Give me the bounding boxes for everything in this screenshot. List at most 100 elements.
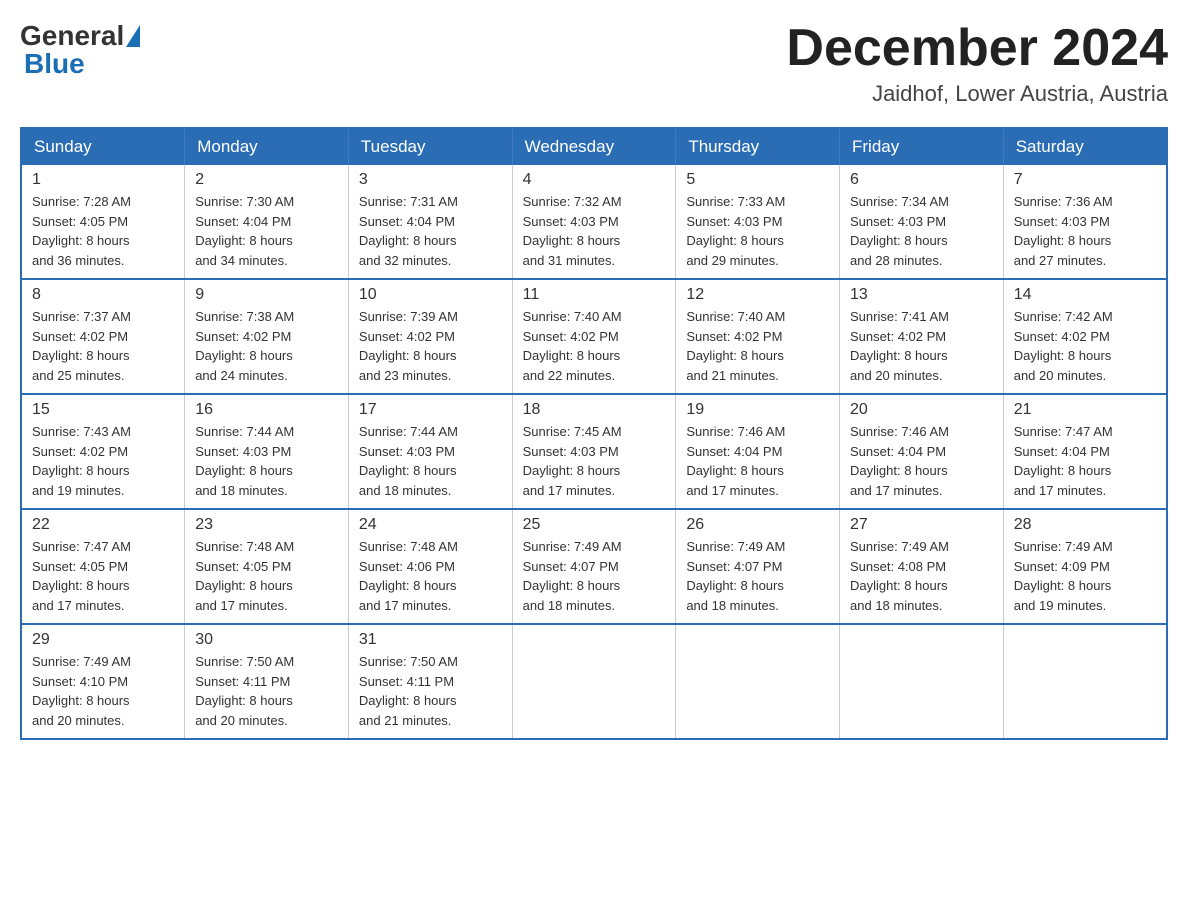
day-info: Sunrise: 7:41 AMSunset: 4:02 PMDaylight:…: [850, 307, 993, 385]
day-info: Sunrise: 7:46 AMSunset: 4:04 PMDaylight:…: [850, 422, 993, 500]
calendar-week-row: 29 Sunrise: 7:49 AMSunset: 4:10 PMDaylig…: [21, 624, 1167, 739]
day-number: 8: [32, 286, 174, 304]
day-of-week-monday: Monday: [185, 128, 349, 165]
day-info: Sunrise: 7:49 AMSunset: 4:07 PMDaylight:…: [686, 537, 829, 615]
day-number: 24: [359, 516, 502, 534]
day-number: 1: [32, 171, 174, 189]
calendar-cell: 31 Sunrise: 7:50 AMSunset: 4:11 PMDaylig…: [348, 624, 512, 739]
day-info: Sunrise: 7:44 AMSunset: 4:03 PMDaylight:…: [195, 422, 338, 500]
calendar-cell: [512, 624, 676, 739]
day-info: Sunrise: 7:37 AMSunset: 4:02 PMDaylight:…: [32, 307, 174, 385]
calendar-cell: [840, 624, 1004, 739]
day-info: Sunrise: 7:50 AMSunset: 4:11 PMDaylight:…: [195, 652, 338, 730]
day-number: 6: [850, 171, 993, 189]
calendar-cell: 22 Sunrise: 7:47 AMSunset: 4:05 PMDaylig…: [21, 509, 185, 624]
calendar-cell: 9 Sunrise: 7:38 AMSunset: 4:02 PMDayligh…: [185, 279, 349, 394]
calendar-header-row: SundayMondayTuesdayWednesdayThursdayFrid…: [21, 128, 1167, 165]
calendar-week-row: 1 Sunrise: 7:28 AMSunset: 4:05 PMDayligh…: [21, 165, 1167, 279]
day-number: 18: [523, 401, 666, 419]
calendar-cell: 5 Sunrise: 7:33 AMSunset: 4:03 PMDayligh…: [676, 165, 840, 279]
calendar-cell: 3 Sunrise: 7:31 AMSunset: 4:04 PMDayligh…: [348, 165, 512, 279]
day-info: Sunrise: 7:43 AMSunset: 4:02 PMDaylight:…: [32, 422, 174, 500]
day-number: 5: [686, 171, 829, 189]
calendar-cell: 20 Sunrise: 7:46 AMSunset: 4:04 PMDaylig…: [840, 394, 1004, 509]
day-number: 11: [523, 286, 666, 304]
day-info: Sunrise: 7:38 AMSunset: 4:02 PMDaylight:…: [195, 307, 338, 385]
day-info: Sunrise: 7:48 AMSunset: 4:05 PMDaylight:…: [195, 537, 338, 615]
day-of-week-tuesday: Tuesday: [348, 128, 512, 165]
day-number: 3: [359, 171, 502, 189]
calendar-table: SundayMondayTuesdayWednesdayThursdayFrid…: [20, 127, 1168, 740]
calendar-cell: 7 Sunrise: 7:36 AMSunset: 4:03 PMDayligh…: [1003, 165, 1167, 279]
day-info: Sunrise: 7:49 AMSunset: 4:09 PMDaylight:…: [1014, 537, 1156, 615]
calendar-cell: [1003, 624, 1167, 739]
day-info: Sunrise: 7:36 AMSunset: 4:03 PMDaylight:…: [1014, 192, 1156, 270]
day-info: Sunrise: 7:45 AMSunset: 4:03 PMDaylight:…: [523, 422, 666, 500]
day-info: Sunrise: 7:42 AMSunset: 4:02 PMDaylight:…: [1014, 307, 1156, 385]
day-info: Sunrise: 7:48 AMSunset: 4:06 PMDaylight:…: [359, 537, 502, 615]
day-number: 19: [686, 401, 829, 419]
calendar-cell: 13 Sunrise: 7:41 AMSunset: 4:02 PMDaylig…: [840, 279, 1004, 394]
day-number: 25: [523, 516, 666, 534]
title-section: December 2024 Jaidhof, Lower Austria, Au…: [786, 20, 1168, 107]
calendar-cell: 15 Sunrise: 7:43 AMSunset: 4:02 PMDaylig…: [21, 394, 185, 509]
calendar-cell: 11 Sunrise: 7:40 AMSunset: 4:02 PMDaylig…: [512, 279, 676, 394]
calendar-cell: 8 Sunrise: 7:37 AMSunset: 4:02 PMDayligh…: [21, 279, 185, 394]
day-info: Sunrise: 7:49 AMSunset: 4:10 PMDaylight:…: [32, 652, 174, 730]
calendar-cell: 25 Sunrise: 7:49 AMSunset: 4:07 PMDaylig…: [512, 509, 676, 624]
day-number: 22: [32, 516, 174, 534]
logo-triangle-icon: [126, 25, 140, 47]
day-info: Sunrise: 7:31 AMSunset: 4:04 PMDaylight:…: [359, 192, 502, 270]
day-number: 4: [523, 171, 666, 189]
day-info: Sunrise: 7:47 AMSunset: 4:04 PMDaylight:…: [1014, 422, 1156, 500]
calendar-cell: 16 Sunrise: 7:44 AMSunset: 4:03 PMDaylig…: [185, 394, 349, 509]
calendar-cell: 30 Sunrise: 7:50 AMSunset: 4:11 PMDaylig…: [185, 624, 349, 739]
day-number: 12: [686, 286, 829, 304]
calendar-cell: 17 Sunrise: 7:44 AMSunset: 4:03 PMDaylig…: [348, 394, 512, 509]
calendar-week-row: 8 Sunrise: 7:37 AMSunset: 4:02 PMDayligh…: [21, 279, 1167, 394]
calendar-week-row: 22 Sunrise: 7:47 AMSunset: 4:05 PMDaylig…: [21, 509, 1167, 624]
day-of-week-sunday: Sunday: [21, 128, 185, 165]
day-info: Sunrise: 7:32 AMSunset: 4:03 PMDaylight:…: [523, 192, 666, 270]
day-number: 2: [195, 171, 338, 189]
day-of-week-thursday: Thursday: [676, 128, 840, 165]
day-info: Sunrise: 7:46 AMSunset: 4:04 PMDaylight:…: [686, 422, 829, 500]
calendar-cell: 6 Sunrise: 7:34 AMSunset: 4:03 PMDayligh…: [840, 165, 1004, 279]
calendar-cell: 24 Sunrise: 7:48 AMSunset: 4:06 PMDaylig…: [348, 509, 512, 624]
day-info: Sunrise: 7:28 AMSunset: 4:05 PMDaylight:…: [32, 192, 174, 270]
calendar-week-row: 15 Sunrise: 7:43 AMSunset: 4:02 PMDaylig…: [21, 394, 1167, 509]
day-info: Sunrise: 7:50 AMSunset: 4:11 PMDaylight:…: [359, 652, 502, 730]
day-of-week-friday: Friday: [840, 128, 1004, 165]
month-title: December 2024: [786, 20, 1168, 77]
day-of-week-wednesday: Wednesday: [512, 128, 676, 165]
calendar-cell: 18 Sunrise: 7:45 AMSunset: 4:03 PMDaylig…: [512, 394, 676, 509]
calendar-cell: 29 Sunrise: 7:49 AMSunset: 4:10 PMDaylig…: [21, 624, 185, 739]
day-info: Sunrise: 7:40 AMSunset: 4:02 PMDaylight:…: [686, 307, 829, 385]
calendar-cell: 19 Sunrise: 7:46 AMSunset: 4:04 PMDaylig…: [676, 394, 840, 509]
day-number: 15: [32, 401, 174, 419]
calendar-cell: 21 Sunrise: 7:47 AMSunset: 4:04 PMDaylig…: [1003, 394, 1167, 509]
day-number: 29: [32, 631, 174, 649]
day-number: 17: [359, 401, 502, 419]
location-text: Jaidhof, Lower Austria, Austria: [786, 81, 1168, 107]
logo: General Blue: [20, 20, 142, 80]
day-number: 16: [195, 401, 338, 419]
calendar-cell: 26 Sunrise: 7:49 AMSunset: 4:07 PMDaylig…: [676, 509, 840, 624]
day-number: 21: [1014, 401, 1156, 419]
day-info: Sunrise: 7:30 AMSunset: 4:04 PMDaylight:…: [195, 192, 338, 270]
calendar-cell: 27 Sunrise: 7:49 AMSunset: 4:08 PMDaylig…: [840, 509, 1004, 624]
page-header: General Blue December 2024 Jaidhof, Lowe…: [20, 20, 1168, 107]
day-number: 23: [195, 516, 338, 534]
calendar-cell: [676, 624, 840, 739]
day-info: Sunrise: 7:34 AMSunset: 4:03 PMDaylight:…: [850, 192, 993, 270]
day-info: Sunrise: 7:49 AMSunset: 4:07 PMDaylight:…: [523, 537, 666, 615]
calendar-cell: 28 Sunrise: 7:49 AMSunset: 4:09 PMDaylig…: [1003, 509, 1167, 624]
day-number: 27: [850, 516, 993, 534]
day-info: Sunrise: 7:39 AMSunset: 4:02 PMDaylight:…: [359, 307, 502, 385]
day-number: 10: [359, 286, 502, 304]
calendar-cell: 2 Sunrise: 7:30 AMSunset: 4:04 PMDayligh…: [185, 165, 349, 279]
day-number: 7: [1014, 171, 1156, 189]
day-number: 28: [1014, 516, 1156, 534]
day-number: 13: [850, 286, 993, 304]
day-info: Sunrise: 7:33 AMSunset: 4:03 PMDaylight:…: [686, 192, 829, 270]
